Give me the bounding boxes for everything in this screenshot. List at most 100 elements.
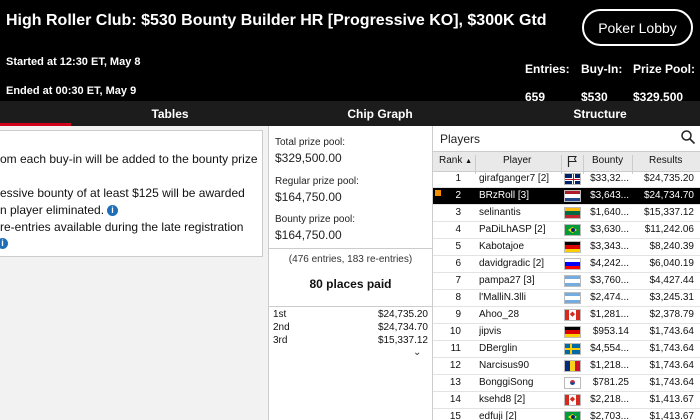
bounty-cell: $953.14	[592, 326, 629, 337]
sort-asc-icon: ▲	[465, 158, 473, 165]
table-row[interactable]: 15 edfuji [2] $2,703... $1,413.67	[433, 409, 700, 420]
chevron-down-icon[interactable]: ⌄	[413, 347, 421, 358]
rank-cell: 5	[455, 241, 461, 252]
player-name-cell: davidgradic [2]	[479, 258, 545, 269]
start-time: Started at 12:30 ET, May 8	[6, 56, 141, 68]
player-name-cell: selinantis	[479, 207, 521, 218]
bounty-cell: $2,474...	[590, 292, 629, 303]
rank-cell: 15	[449, 411, 461, 420]
table-row[interactable]: 3 selinantis $1,640... $15,337.12	[433, 205, 700, 222]
result-cell: $6,040.19	[649, 258, 695, 269]
poker-lobby-button[interactable]: Poker Lobby	[582, 9, 693, 46]
result-cell: $1,413.67	[649, 394, 695, 405]
table-row[interactable]: 6 davidgradic [2] $4,242... $6,040.19	[433, 256, 700, 273]
player-name-cell: BRzRoll [3]	[479, 190, 530, 201]
payout-row: 3rd $15,337.12	[273, 335, 428, 346]
country-flag-icon	[564, 377, 581, 389]
player-name-cell: jipvis	[479, 326, 502, 337]
rank-cell: 10	[449, 326, 461, 337]
result-cell: $2,378.79	[649, 309, 695, 320]
rank-cell: 3	[455, 207, 461, 218]
payout-row: 2nd $24,734.70	[273, 322, 428, 333]
player-name-cell: BonggiSong	[479, 377, 534, 388]
col-results[interactable]: Results	[649, 155, 682, 166]
rank-cell: 7	[455, 275, 461, 286]
entries-label: Entries:	[525, 62, 570, 76]
rank-cell: 14	[449, 394, 461, 405]
info-line-1: om each buy-in will be added to the boun…	[0, 152, 258, 166]
col-player[interactable]: Player	[503, 155, 531, 166]
active-tab-indicator	[0, 123, 71, 126]
divider	[269, 306, 432, 307]
rank-cell: 6	[455, 258, 461, 269]
prize-pool-label: Prize Pool:	[633, 62, 696, 76]
result-cell: $1,743.64	[649, 343, 695, 354]
col-rank[interactable]: Rank ▲	[439, 155, 472, 166]
country-flag-icon	[564, 258, 581, 270]
table-row[interactable]: 8 l'MalliN.3lli $2,474... $3,245.31	[433, 290, 700, 307]
regular-prize-value: $164,750.00	[275, 190, 342, 204]
country-flag-icon	[564, 190, 581, 202]
tournament-title: High Roller Club: $530 Bounty Builder HR…	[6, 12, 547, 29]
country-flag-icon	[564, 360, 581, 372]
entries-note: (476 entries, 183 re-entries)	[288, 254, 413, 265]
rank-cell: 12	[449, 360, 461, 371]
info-icon[interactable]: i	[107, 205, 119, 217]
regular-prize-label: Regular prize pool:	[275, 176, 359, 187]
bounty-prize-value: $164,750.00	[275, 228, 342, 242]
result-cell: $8,240.39	[649, 241, 695, 252]
player-name-cell: girafganger7 [2]	[479, 173, 550, 184]
col-bounty[interactable]: Bounty	[592, 155, 623, 166]
result-cell: $3,245.31	[649, 292, 695, 303]
player-name-cell: PaDiLhASP [2]	[479, 224, 546, 235]
country-flag-icon: ◆	[564, 394, 581, 406]
table-row[interactable]: 14 ksehd8 [2] ◆ $2,218... $1,413.67	[433, 392, 700, 409]
bounty-prize-label: Bounty prize pool:	[275, 214, 356, 225]
payout-row: 1st $24,735.20	[273, 309, 428, 320]
info-line-2: essive bounty of at least $125 will be a…	[0, 186, 245, 200]
tournament-info-box: om each buy-in will be added to the boun…	[0, 130, 263, 257]
table-row[interactable]: 10 jipvis $953.14 $1,743.64	[433, 324, 700, 341]
bounty-cell: $3,643...	[590, 190, 629, 201]
bounty-cell: $2,218...	[590, 394, 629, 405]
country-flag-icon	[564, 292, 581, 304]
table-row[interactable]: 5 Kabotajoe $3,343... $8,240.39	[433, 239, 700, 256]
country-flag-icon	[564, 326, 581, 338]
tab-bar: Tables Chip Graph Structure	[0, 101, 700, 126]
result-cell: $1,743.64	[649, 360, 695, 371]
total-prize-label: Total prize pool:	[275, 137, 346, 148]
bounty-cell: $781.25	[592, 377, 629, 388]
player-name-cell: Kabotajoe	[479, 241, 525, 252]
player-name-cell: Ahoo_28	[479, 309, 520, 320]
table-row[interactable]: 12 Narcisus90 $1,218... $1,743.64	[433, 358, 700, 375]
info-line-3: n player eliminated. i	[0, 202, 119, 219]
table-row[interactable]: 2 BRzRoll [3] $3,643... $24,734.70	[433, 188, 700, 205]
tab-structure[interactable]: Structure	[530, 101, 670, 126]
table-row[interactable]: 1 girafganger7 [2] $33,32... $24,735.20	[433, 171, 700, 188]
players-table-header: Rank ▲ Player Bounty Results	[433, 151, 700, 174]
table-row[interactable]: 11 DBerglin $4,554... $1,743.64	[433, 341, 700, 358]
table-row[interactable]: 9 Ahoo_28 ◆ $1,281... $2,378.79	[433, 307, 700, 324]
player-name-cell: Narcisus90	[479, 360, 530, 371]
player-name-cell: edfuji [2]	[479, 411, 517, 420]
search-icon[interactable]	[681, 130, 695, 144]
result-cell: $1,743.64	[649, 326, 695, 337]
tab-tables[interactable]: Tables	[100, 101, 240, 126]
table-row[interactable]: 13 BonggiSong $781.25 $1,743.64	[433, 375, 700, 392]
country-flag-icon	[564, 207, 581, 219]
info-line-5: i	[0, 235, 8, 252]
table-row[interactable]: 7 pampa27 [3] $3,760... $4,427.44	[433, 273, 700, 290]
tab-chip-graph[interactable]: Chip Graph	[310, 101, 450, 126]
tournament-header: High Roller Club: $530 Bounty Builder HR…	[0, 0, 700, 104]
rank-cell: 13	[449, 377, 461, 388]
bounty-cell: $1,218...	[590, 360, 629, 371]
bounty-cell: $3,760...	[590, 275, 629, 286]
buyin-stat: Buy-In: $530	[581, 62, 622, 104]
divider	[269, 248, 432, 249]
table-row[interactable]: 4 PaDiLhASP [2] $3,630... $11,242.06	[433, 222, 700, 239]
info-icon[interactable]: i	[0, 238, 8, 250]
bounty-cell: $3,630...	[590, 224, 629, 235]
flag-column-icon[interactable]	[567, 155, 577, 167]
rank-cell: 1	[455, 173, 461, 184]
player-name-cell: pampa27 [3]	[479, 275, 535, 286]
